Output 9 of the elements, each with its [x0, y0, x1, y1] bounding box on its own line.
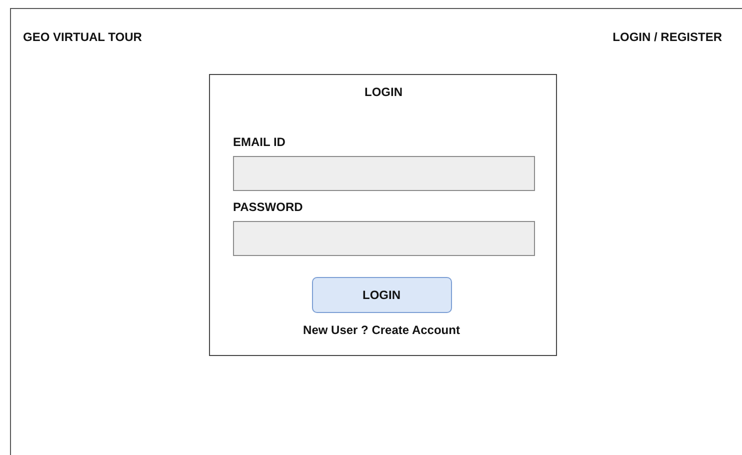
brand-title: GEO VIRTUAL TOUR	[23, 30, 142, 44]
input-field[interactable]	[233, 221, 535, 256]
login-button[interactable]: LOGIN	[312, 277, 452, 313]
field-label: EMAIL ID	[233, 135, 286, 149]
login-register-link[interactable]: LOGIN / REGISTER	[612, 30, 722, 44]
create-account-link[interactable]: New User ? Create Account	[303, 323, 460, 337]
card-title: LOGIN	[364, 85, 402, 99]
field-label: PASSWORD	[233, 200, 304, 214]
input-field[interactable]	[233, 156, 535, 191]
